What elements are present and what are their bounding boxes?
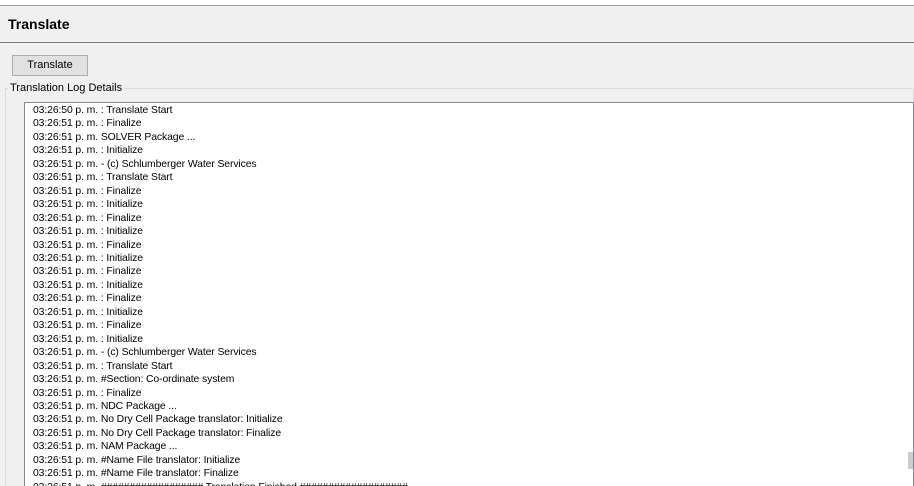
log-line: 03:26:51 p. m. : Finalize	[33, 266, 142, 278]
log-line: 03:26:51 p. m. NDC Package ...	[33, 400, 177, 412]
vertical-scrollbar[interactable]	[908, 452, 913, 469]
log-line: 03:26:51 p. m. #Name File translator: Fi…	[33, 468, 239, 480]
log-line: 03:26:51 p. m. No Dry Cell Package trans…	[33, 414, 283, 426]
log-line: 03:26:51 p. m. No Dry Cell Package trans…	[33, 427, 282, 439]
log-line: 03:26:51 p. m. : Finalize	[33, 387, 142, 399]
log-line: 03:26:51 p. m. #Section: Co-ordinate sys…	[33, 374, 235, 386]
header-bar: Translate	[0, 5, 914, 43]
log-line: 03:26:50 p. m. : Translate Start	[33, 105, 173, 116]
page-title: Translate	[8, 16, 70, 32]
log-line: 03:26:51 p. m. : Finalize	[33, 118, 142, 130]
log-textbox[interactable]: 03:26:50 p. m. : Translate Start 03:26:51…	[24, 102, 914, 486]
log-line: 03:26:51 p. m. - (c) Schlumberger Water …	[33, 158, 257, 170]
log-line: 03:26:51 p. m. : Initialize	[33, 145, 143, 157]
log-line: 03:26:51 p. m. : Finalize	[33, 239, 142, 251]
log-line: 03:26:51 p. m. #Name File translator: In…	[33, 454, 241, 466]
log-line: 03:26:51 p. m. : Finalize	[33, 320, 142, 332]
log-line: 03:26:51 p. m. : Initialize	[33, 199, 143, 211]
log-line: 03:26:51 p. m. : Initialize	[33, 226, 143, 238]
log-line: 03:26:51 p. m. ################## Transl…	[33, 481, 408, 486]
log-line: 03:26:51 p. m. : Translate Start	[33, 172, 173, 184]
translate-window: Translate Translate Translation Log Deta…	[0, 0, 914, 486]
log-line: 03:26:51 p. m. - (c) Schlumberger Water …	[33, 347, 257, 359]
log-group-label: Translation Log Details	[8, 82, 125, 95]
log-line: 03:26:51 p. m. : Translate Start	[33, 360, 173, 372]
log-line: 03:26:51 p. m. : Initialize	[33, 279, 143, 291]
translate-button[interactable]: Translate	[12, 55, 88, 76]
log-line: 03:26:51 p. m. : Finalize	[33, 293, 142, 305]
log-line: 03:26:51 p. m. SOLVER Package ...	[33, 131, 196, 143]
log-line: 03:26:51 p. m. : Initialize	[33, 252, 143, 264]
log-lines: 03:26:50 p. m. : Translate Start 03:26:51…	[33, 104, 408, 486]
log-line: 03:26:51 p. m. : Initialize	[33, 333, 143, 345]
log-line: 03:26:51 p. m. : Initialize	[33, 306, 143, 318]
log-line: 03:26:51 p. m. : Finalize	[33, 212, 142, 224]
log-line: 03:26:51 p. m. NAM Package ...	[33, 441, 178, 453]
log-line: 03:26:51 p. m. : Finalize	[33, 185, 142, 197]
